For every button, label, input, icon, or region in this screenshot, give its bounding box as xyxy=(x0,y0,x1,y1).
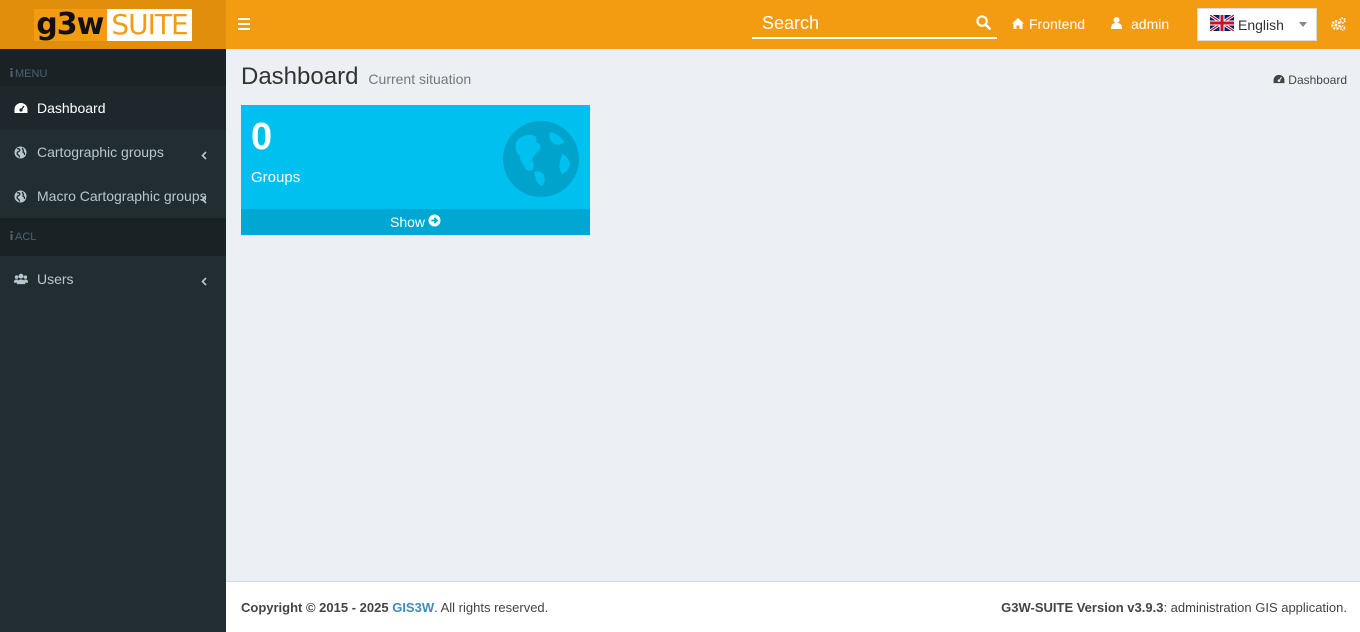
info-icon xyxy=(10,67,13,80)
footer-copyright: Copyright © 2015 - 2025 GIS3W. All right… xyxy=(241,600,548,615)
rights-text: . All rights reserved. xyxy=(434,600,549,615)
groups-stat-box: 0 Groups Show xyxy=(241,105,590,235)
breadcrumb[interactable]: Dashboard xyxy=(1273,73,1347,87)
sidebar-section-label: ACL xyxy=(15,231,37,243)
sidebar-section-header-menu: MENU xyxy=(0,49,226,86)
top-navbar: g3w SUITE Frontend admin xyxy=(0,0,1360,49)
user-name: admin xyxy=(1131,16,1170,32)
company-link[interactable]: GIS3W xyxy=(392,600,434,615)
sidebar-toggle-icon[interactable] xyxy=(238,14,256,34)
chevron-left-icon xyxy=(201,273,207,289)
uk-flag-icon xyxy=(1209,13,1235,34)
sidebar-item-dashboard[interactable]: Dashboard xyxy=(0,86,226,130)
content-header: Dashboard Current situation xyxy=(241,63,471,91)
frontend-link[interactable]: Frontend xyxy=(1012,16,1085,32)
users-icon xyxy=(14,273,28,285)
logo-text-suite: SUITE xyxy=(107,8,192,41)
sidebar-section-header-acl: ACL xyxy=(0,218,226,256)
chevron-down-icon xyxy=(1299,22,1307,27)
sidebar: MENU Dashboard Cartographic groups Macro… xyxy=(0,49,226,632)
version-label: G3W-SUITE Version v3.9.3 xyxy=(1001,600,1164,615)
user-icon xyxy=(1111,16,1122,32)
version-desc: : administration GIS application. xyxy=(1163,600,1347,615)
sidebar-item-users[interactable]: Users xyxy=(0,256,226,302)
home-icon xyxy=(1012,16,1024,32)
search-input[interactable] xyxy=(752,10,962,36)
search-icon[interactable] xyxy=(976,15,991,33)
sidebar-item-macro-cartographic-groups[interactable]: Macro Cartographic groups xyxy=(0,174,226,218)
sidebar-section-label: MENU xyxy=(15,67,48,80)
sidebar-item-label: Cartographic groups xyxy=(37,144,164,160)
language-select[interactable]: English xyxy=(1197,8,1317,41)
page-title: Dashboard xyxy=(241,63,359,90)
groups-label: Groups xyxy=(251,169,301,186)
frontend-link-label: Frontend xyxy=(1029,16,1086,32)
copyright-text: Copyright © 2015 - 2025 xyxy=(241,600,389,615)
dashboard-icon xyxy=(14,102,28,114)
sidebar-item-label: Users xyxy=(37,271,74,287)
globe-icon xyxy=(14,190,28,203)
globe-icon xyxy=(14,146,28,159)
page-subtitle: Current situation xyxy=(368,71,472,87)
show-groups-link[interactable]: Show xyxy=(241,209,590,235)
show-link-label: Show xyxy=(389,214,426,230)
chevron-left-icon xyxy=(201,191,207,207)
breadcrumb-label: Dashboard xyxy=(1288,73,1347,87)
chevron-left-icon xyxy=(201,147,207,163)
info-icon xyxy=(10,231,13,243)
globe-icon xyxy=(502,120,580,201)
logo-text-g3w: g3w xyxy=(34,8,108,41)
sidebar-item-cartographic-groups[interactable]: Cartographic groups xyxy=(0,130,226,174)
arrow-circle-right-icon xyxy=(428,214,441,230)
page-footer: Copyright © 2015 - 2025 GIS3W. All right… xyxy=(226,581,1360,632)
app-logo[interactable]: g3w SUITE xyxy=(0,0,226,49)
user-menu[interactable]: admin xyxy=(1111,16,1169,32)
language-selected-label: English xyxy=(1238,16,1284,33)
footer-version: G3W-SUITE Version v3.9.3: administration… xyxy=(1001,600,1347,615)
dashboard-icon xyxy=(1273,73,1285,87)
groups-count: 0 xyxy=(251,116,273,158)
search-box xyxy=(752,10,997,39)
sidebar-item-label: Dashboard xyxy=(37,100,106,116)
sidebar-item-label: Macro Cartographic groups xyxy=(37,188,207,204)
gears-icon[interactable] xyxy=(1331,17,1346,34)
